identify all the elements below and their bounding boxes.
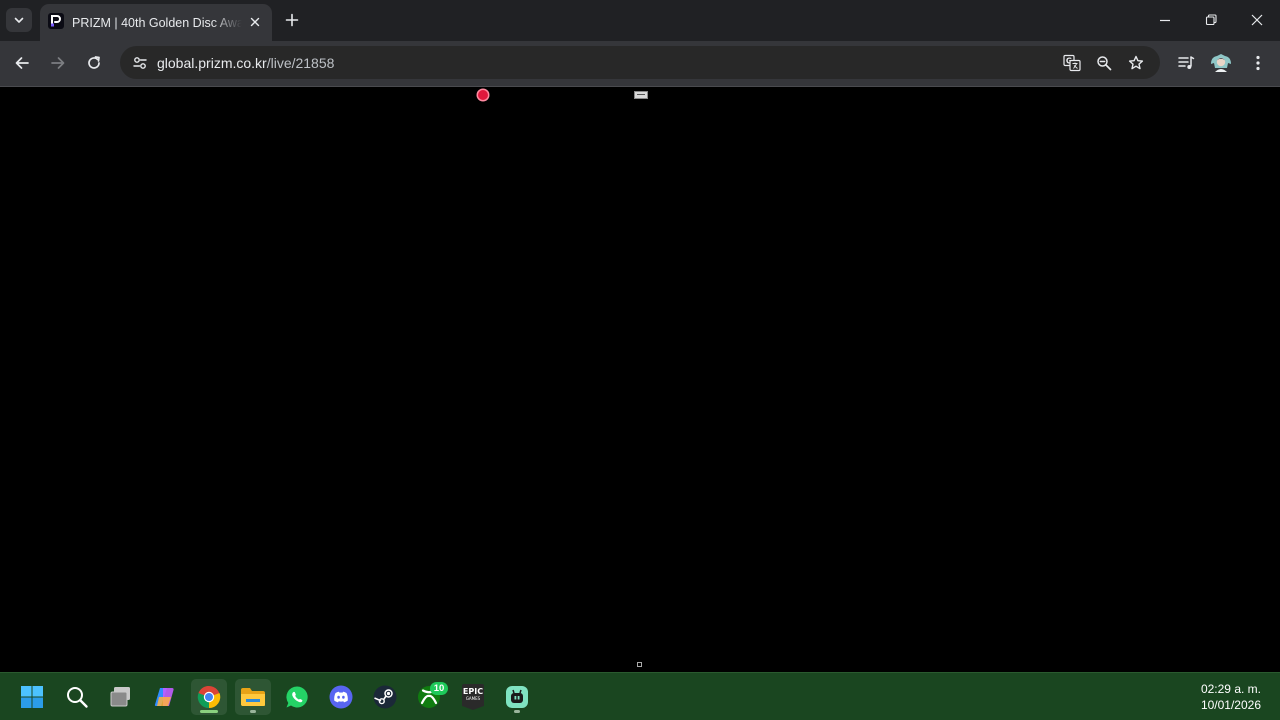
steam-icon [373,685,397,709]
epic-games-button[interactable]: EPIC GAMES [455,679,491,715]
browser-menu-button[interactable] [1244,49,1272,77]
close-icon [1251,14,1263,26]
translate-icon: G [1063,54,1081,72]
profile-button[interactable] [1207,49,1235,77]
zoom-out-icon [1096,55,1112,71]
copilot-button[interactable] [147,679,183,715]
new-tab-button[interactable] [281,9,303,31]
xbox-button[interactable]: 10 [411,679,448,715]
windows-taskbar: 10 EPIC GAMES 02:29 a. m. 10/01/2026 [0,672,1280,720]
player-badge-icon [634,91,648,99]
folder-icon [240,685,266,709]
close-tab-button[interactable] [246,13,264,31]
copilot-icon [153,685,177,709]
discord-icon [329,685,353,709]
search-icon [65,685,89,709]
close-icon [250,17,260,27]
epic-games-icon: EPIC GAMES [462,684,484,710]
restore-button[interactable] [1196,6,1226,34]
task-view-icon [109,685,133,709]
back-arrow-icon [14,55,30,71]
avatar [1209,52,1233,74]
epic-label: EPIC [462,687,484,696]
forward-button[interactable] [44,49,72,77]
bookmark-button[interactable] [1123,50,1149,76]
url-domain: global.prizm.co.kr [157,55,267,71]
tab-search-button[interactable] [6,8,32,32]
epic-sublabel: GAMES [465,696,481,701]
whatsapp-button[interactable] [279,679,315,715]
address-bar[interactable]: global.prizm.co.kr/live/21858 G [120,46,1160,79]
file-explorer-button[interactable] [235,679,271,715]
tune-icon [132,55,148,71]
browser-toolbar: global.prizm.co.kr/live/21858 G [0,41,1280,86]
robot-app-button[interactable] [499,679,535,715]
tab-title: PRIZM | 40th Golden Disc Awards [72,16,242,30]
url-path: /live/21858 [266,55,335,71]
close-window-button[interactable] [1242,6,1272,34]
start-button[interactable] [14,679,50,715]
whatsapp-icon [285,685,309,709]
star-icon [1128,55,1144,71]
notification-badge: 10 [430,682,448,695]
taskbar-search-button[interactable] [59,679,95,715]
steam-button[interactable] [367,679,403,715]
clock-date: 10/01/2026 [1200,698,1261,712]
open-app-indicator [514,710,520,713]
translate-button[interactable]: G [1059,50,1085,76]
open-app-indicator [250,710,256,713]
robot-app-icon [505,685,529,709]
zoom-button[interactable] [1091,50,1117,76]
live-indicator-icon [478,90,488,100]
browser-titlebar: PRIZM | 40th Golden Disc Awards [0,0,1280,41]
minimize-icon [1159,14,1171,26]
restore-icon [1205,14,1217,26]
back-button[interactable] [8,49,36,77]
chrome-taskbar-button[interactable] [191,679,227,715]
windows-logo-icon [20,685,44,709]
site-info-button[interactable] [126,49,154,76]
browser-tab-active[interactable]: PRIZM | 40th Golden Disc Awards [40,4,272,41]
plus-icon [285,13,299,27]
active-app-indicator [200,710,218,713]
player-control-marker[interactable] [637,662,642,667]
system-clock[interactable]: 02:29 a. m. 10/01/2026 [1201,681,1261,713]
prizm-logo-icon [48,13,64,29]
reload-button[interactable] [80,49,108,77]
forward-arrow-icon [50,55,66,71]
reload-icon [86,55,102,71]
task-view-button[interactable] [103,679,139,715]
chrome-icon [197,685,221,709]
minimize-button[interactable] [1150,6,1180,34]
discord-button[interactable] [323,679,359,715]
media-control-icon [1177,54,1195,72]
url-text[interactable]: global.prizm.co.kr/live/21858 [157,53,334,73]
media-controls-button[interactable] [1172,49,1200,77]
kebab-menu-icon [1255,55,1261,71]
chevron-down-icon [13,14,25,26]
clock-time: 02:29 a. m. [1200,682,1261,696]
live-player-viewport[interactable] [0,87,1280,672]
